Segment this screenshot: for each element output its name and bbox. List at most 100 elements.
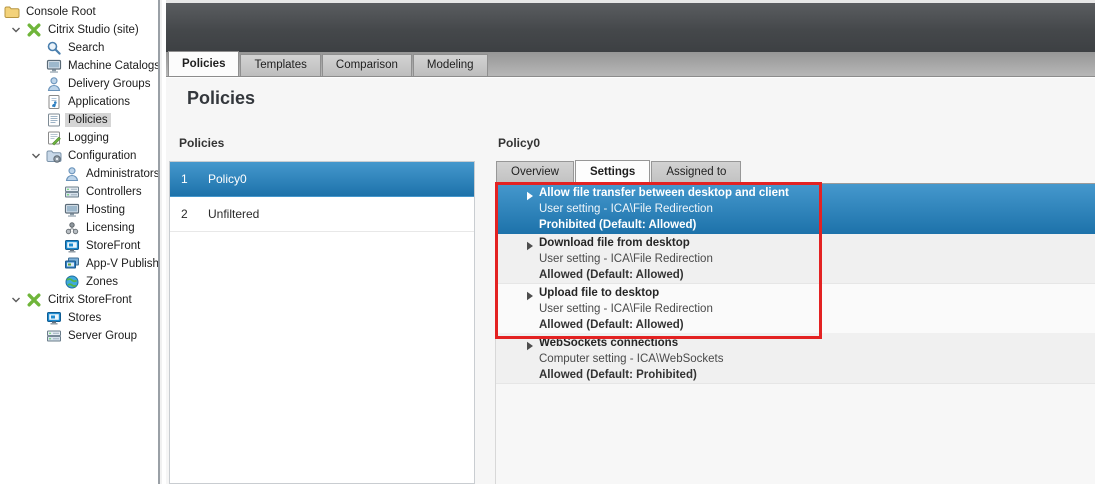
citrix-studio-window: Console Root Citrix Studio (site) Search Ma… (0, 0, 1095, 484)
tree-item-label: Logging (68, 132, 109, 144)
tree-item-label: Citrix StoreFront (48, 294, 132, 306)
setting-detail: User setting - ICA\File Redirection (539, 253, 713, 265)
setting-row-websockets-connections[interactable]: WebSockets connections Computer setting -… (496, 334, 1095, 384)
detail-tab-assigned-to[interactable]: Assigned to (651, 161, 742, 183)
setting-value: Prohibited (Default: Allowed) (539, 219, 697, 231)
tab-comparison[interactable]: Comparison (321, 54, 412, 76)
tree-item-app-v-publishi[interactable]: App-V Publishi (0, 255, 158, 273)
logging-icon (46, 130, 62, 146)
expand-arrow-icon[interactable] (526, 288, 539, 333)
setting-detail: User setting - ICA\File Redirection (539, 203, 713, 215)
citrix-icon (26, 292, 42, 308)
policy-row-policy0[interactable]: 1 Policy0 (170, 162, 474, 197)
content-area: Policies Policies 1 Policy0 2 Unfiltered Po… (166, 77, 1095, 484)
chevron-down-icon[interactable] (6, 293, 26, 307)
folder-icon (4, 4, 20, 20)
tree-item-policies[interactable]: Policies (0, 111, 158, 129)
tree-item-hosting[interactable]: Hosting (0, 201, 158, 219)
monitor-icon (64, 202, 80, 218)
person-icon (64, 166, 80, 182)
policy-row-name: Unfiltered (208, 207, 260, 221)
tree-item-label: Controllers (86, 186, 142, 198)
tree-item-label: Citrix Studio (site) (48, 24, 139, 36)
tree-item-label: StoreFront (86, 240, 141, 252)
chevron-down-icon[interactable] (6, 23, 26, 37)
tree-item-controllers[interactable]: Controllers (0, 183, 158, 201)
tree-item-label: Server Group (68, 330, 138, 342)
tree-item-stores[interactable]: Stores (0, 309, 158, 327)
main-tab-bar: Policies Templates Comparison Modeling (166, 51, 1095, 77)
policies-list: 1 Policy0 2 Unfiltered (169, 161, 475, 484)
setting-value: Allowed (Default: Prohibited) (539, 369, 697, 381)
setting-row-download-file-from-desktop[interactable]: Download file from desktop User setting -… (496, 234, 1095, 284)
setting-detail: Computer setting - ICA\WebSockets (539, 353, 724, 365)
tree-item-label: Zones (86, 276, 118, 288)
detail-tab-overview[interactable]: Overview (496, 161, 574, 183)
tree-item-applications[interactable]: Applications (0, 93, 158, 111)
tree-item-label: Search (68, 42, 105, 54)
studio-banner (166, 0, 1095, 52)
tree-item-label: Administrators (86, 168, 160, 180)
setting-value: Allowed (Default: Allowed) (539, 269, 684, 281)
tree-item-label: Configuration (68, 150, 137, 162)
main-area: Policies Templates Comparison Modeling Poli… (166, 0, 1095, 484)
policy-row-unfiltered[interactable]: 2 Unfiltered (170, 197, 474, 232)
tree-item-storefront[interactable]: StoreFront (0, 237, 158, 255)
tree-item-label: App-V Publishi (86, 258, 160, 270)
tree-item-label: Policies (65, 113, 111, 127)
settings-panel: Allow file transfer between desktop and … (495, 183, 1095, 484)
tab-modeling[interactable]: Modeling (412, 54, 488, 76)
tree-item-licensing[interactable]: Licensing (0, 219, 158, 237)
tree-item-label: Stores (68, 312, 102, 324)
chevron-down-icon[interactable] (26, 149, 46, 163)
config-folder-icon (46, 148, 62, 164)
setting-value: Allowed (Default: Allowed) (539, 319, 684, 331)
globe-icon (64, 274, 80, 290)
server-icon (64, 184, 80, 200)
tree-item-machine-catalogs[interactable]: Machine Catalogs (0, 57, 158, 75)
tree-item-label: Delivery Groups (68, 78, 151, 90)
settings-list: Allow file transfer between desktop and … (496, 184, 1095, 384)
tree-item-label: Console Root (26, 6, 96, 18)
console-tree: Console Root Citrix Studio (site) Search Ma… (0, 0, 160, 484)
server-icon (46, 328, 62, 344)
setting-row-allow-file-transfer-between-desktop-and-client[interactable]: Allow file transfer between desktop and … (496, 184, 1095, 234)
expand-arrow-icon[interactable] (526, 338, 539, 383)
storefront-icon (64, 238, 80, 254)
tree-item-administrators[interactable]: Administrators (0, 165, 158, 183)
policy-detail-tab-bar: Overview Settings Assigned to (496, 160, 742, 183)
detail-tab-settings[interactable]: Settings (574, 160, 651, 183)
tab-templates[interactable]: Templates (240, 54, 321, 76)
tree-item-logging[interactable]: Logging (0, 129, 158, 147)
search-icon (46, 40, 62, 56)
tree-item-search[interactable]: Search (0, 39, 158, 57)
storefront-icon (46, 310, 62, 326)
setting-row-upload-file-to-desktop[interactable]: Upload file to desktop User setting - ICA… (496, 284, 1095, 334)
setting-name: Download file from desktop (539, 237, 690, 249)
policy-row-name: Policy0 (208, 172, 247, 186)
setting-name: WebSockets connections (539, 337, 679, 349)
tab-policies[interactable]: Policies (168, 51, 240, 76)
tree-item-server-group[interactable]: Server Group (0, 327, 158, 345)
policies-panel-label: Policies (179, 136, 225, 150)
tree-item-console-root[interactable]: Console Root (0, 3, 158, 21)
monitor-icon (46, 58, 62, 74)
tree-item-label: Hosting (86, 204, 125, 216)
page-title: Policies (187, 88, 256, 108)
policy-row-number: 1 (181, 172, 188, 186)
applications-icon (46, 94, 62, 110)
citrix-icon (26, 22, 42, 38)
tree-item-delivery-groups[interactable]: Delivery Groups (0, 75, 158, 93)
policy-row-number: 2 (181, 207, 188, 221)
person-icon (46, 76, 62, 92)
tree-item-zones[interactable]: Zones (0, 273, 158, 291)
expand-arrow-icon[interactable] (526, 188, 539, 234)
tree-item-label: Machine Catalogs (68, 60, 160, 72)
licensing-icon (64, 220, 80, 236)
tree-item-label: Licensing (86, 222, 135, 234)
tree-item-configuration[interactable]: Configuration (0, 147, 158, 165)
expand-arrow-icon[interactable] (526, 238, 539, 283)
tree-item-citrix-studio-site[interactable]: Citrix Studio (site) (0, 21, 158, 39)
policy-detail-title: Policy0 (498, 136, 541, 150)
tree-item-citrix-storefront[interactable]: Citrix StoreFront (0, 291, 158, 309)
